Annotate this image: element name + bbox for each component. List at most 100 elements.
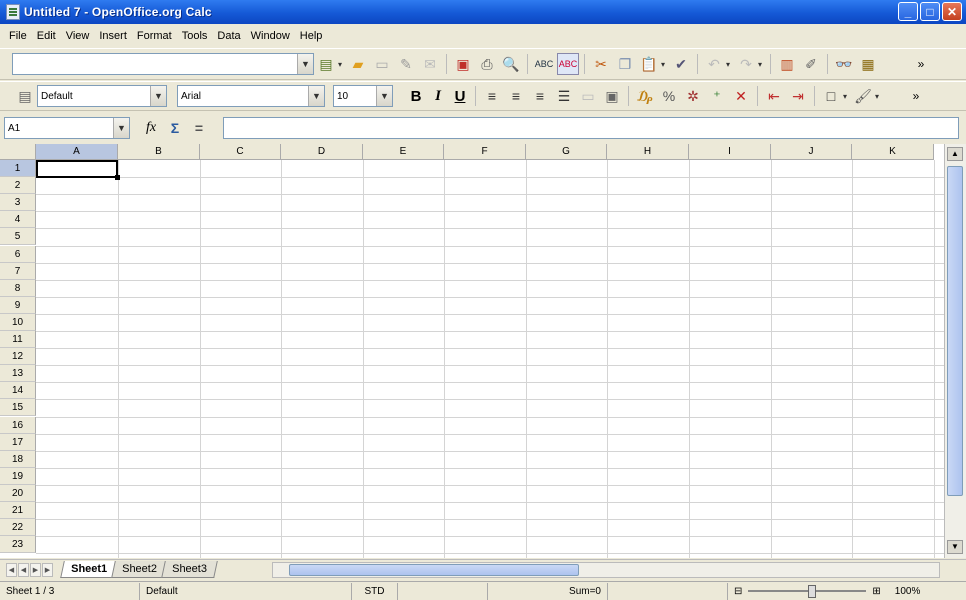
standard-format-icon[interactable]: ✲ [682,85,704,107]
copy-icon[interactable]: ❐ [614,53,636,75]
decrease-indent-icon[interactable]: ⇤ [763,85,785,107]
row-header-12[interactable]: 12 [0,348,36,366]
undo-icon[interactable]: ↶ [703,53,725,75]
autospellcheck-icon[interactable]: ABC [557,53,579,75]
active-cell-cursor[interactable] [36,160,120,180]
chevron-down-icon[interactable]: ▼ [297,54,313,74]
row-header-10[interactable]: 10 [0,313,36,331]
load-url-combobox[interactable]: ▼ [12,53,314,75]
more-options-icon[interactable]: » [910,53,932,75]
last-sheet-icon[interactable]: ▶ [42,562,53,577]
navigator-icon[interactable]: ▦ [857,53,879,75]
row-header-8[interactable]: 8 [0,279,36,297]
menu-data[interactable]: Data [212,30,245,42]
row-header-7[interactable]: 7 [0,262,36,280]
merge-cells-icon[interactable]: ▭ [577,85,599,107]
scroll-up-icon[interactable]: ▲ [947,147,963,161]
scroll-down-icon[interactable]: ▼ [947,540,963,554]
menu-tools[interactable]: Tools [177,30,213,42]
justify-icon[interactable]: ☰ [553,85,575,107]
page-style[interactable]: Default [140,582,352,600]
borders-dropdown-icon[interactable]: ▾ [843,92,851,101]
column-header-a[interactable]: A [36,144,118,160]
clone-formatting-icon[interactable]: ✔ [670,53,692,75]
row-header-23[interactable]: 23 [0,536,36,554]
row-header-3[interactable]: 3 [0,194,36,212]
page-preview-icon[interactable]: 🔍 [500,53,522,75]
horizontal-scrollbar[interactable] [272,562,940,578]
menu-insert[interactable]: Insert [94,30,132,42]
increase-indent-icon[interactable]: ⇥ [787,85,809,107]
row-header-2[interactable]: 2 [0,177,36,195]
name-box[interactable]: A1 ▼ [4,117,130,139]
row-header-20[interactable]: 20 [0,484,36,502]
selection-mode[interactable]: STD [352,582,398,600]
zoom-in-icon[interactable]: ⊞ [872,586,880,597]
select-all-corner[interactable] [0,144,36,160]
find-replace-icon[interactable]: 👓 [833,53,855,75]
chevron-down-icon[interactable]: ▼ [308,86,324,106]
chart-icon[interactable]: ▥ [776,53,798,75]
menu-file[interactable]: File [4,30,32,42]
menu-help[interactable]: Help [295,30,328,42]
vertical-scrollbar[interactable]: ▲ ▼ [944,144,966,558]
currency-icon[interactable]: ₯ [634,85,656,107]
export-pdf-icon[interactable]: ▣ [452,53,474,75]
bold-button[interactable]: B [405,88,427,105]
cut-icon[interactable]: ✂ [590,53,612,75]
row-header-17[interactable]: 17 [0,433,36,451]
horizontal-scroll-thumb[interactable] [289,564,579,576]
sheet-tab-3[interactable]: Sheet3 [161,561,218,578]
row-header-15[interactable]: 15 [0,399,36,417]
open-folder-icon[interactable]: ▰ [347,53,369,75]
row-header-4[interactable]: 4 [0,211,36,229]
zoom-out-icon[interactable]: ⊟ [734,586,742,597]
function-icon[interactable]: = [188,117,210,139]
column-header-h[interactable]: H [607,144,689,160]
column-header-i[interactable]: I [689,144,771,160]
column-header-e[interactable]: E [363,144,444,160]
row-header-19[interactable]: 19 [0,467,36,485]
chevron-down-icon[interactable]: ▼ [150,86,166,106]
paste-dropdown-icon[interactable]: ▾ [661,60,669,69]
close-button[interactable]: ✕ [942,2,962,21]
sheet-tab-2[interactable]: Sheet2 [111,561,168,578]
chevron-down-icon[interactable]: ▼ [376,86,392,106]
menu-edit[interactable]: Edit [32,30,61,42]
row-header-13[interactable]: 13 [0,365,36,383]
font-name-combobox[interactable]: Arial ▼ [177,85,325,107]
menu-view[interactable]: View [61,30,95,42]
chevron-down-icon[interactable]: ▼ [113,118,129,138]
menu-format[interactable]: Format [132,30,177,42]
paste-icon[interactable]: 📋 [638,53,660,75]
align-left-icon[interactable]: ≡ [481,85,503,107]
sheet-tab-1[interactable]: Sheet1 [60,561,118,578]
row-header-6[interactable]: 6 [0,245,36,263]
align-center-icon[interactable]: ≡ [505,85,527,107]
email-icon[interactable]: ✉ [419,53,441,75]
column-header-f[interactable]: F [444,144,526,160]
delete-decimal-icon[interactable]: ✕ [730,85,752,107]
row-header-22[interactable]: 22 [0,519,36,537]
zoom-slider[interactable] [748,585,867,598]
italic-button[interactable]: I [427,88,449,105]
row-header-11[interactable]: 11 [0,331,36,348]
row-header-9[interactable]: 9 [0,296,36,314]
add-decimal-icon[interactable]: ⁺ [706,85,728,107]
number-format-icon[interactable]: ▣ [601,85,623,107]
column-header-b[interactable]: B [118,144,200,160]
edit-file-icon[interactable]: ✎ [395,53,417,75]
column-header-g[interactable]: G [526,144,607,160]
prev-sheet-icon[interactable]: ◀ [18,562,29,577]
formula-input[interactable] [223,117,959,139]
row-header-16[interactable]: 16 [0,416,36,434]
align-right-icon[interactable]: ≡ [529,85,551,107]
row-header-1[interactable]: 1 [0,160,36,177]
undo-dropdown-icon[interactable]: ▾ [726,60,734,69]
percent-icon[interactable]: % [658,85,680,107]
menu-window[interactable]: Window [246,30,295,42]
redo-dropdown-icon[interactable]: ▾ [758,60,766,69]
spreadsheet-grid[interactable]: A B C D E F G H I J K 1 2 3 4 5 6 7 8 9 10 11 12 13 14 15 16 17 18 19… [0,144,944,558]
column-header-j[interactable]: J [771,144,852,160]
redo-icon[interactable]: ↷ [735,53,757,75]
